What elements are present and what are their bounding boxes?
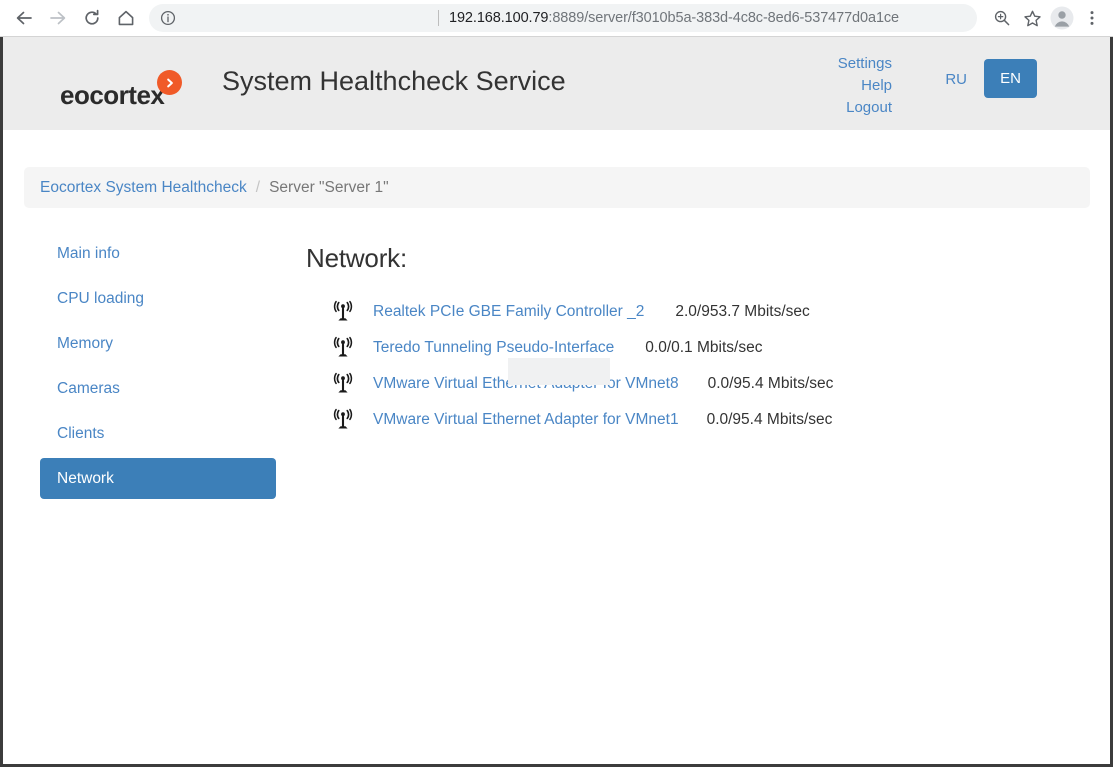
url-text: 192.168.100.79:8889/server/f3010b5a-383d… xyxy=(449,10,899,26)
sidebar-item-network[interactable]: Network xyxy=(40,458,276,499)
reload-icon xyxy=(85,9,99,25)
sidebar-item-main-info[interactable]: Main info xyxy=(40,233,276,274)
adapter-name-link[interactable]: VMware Virtual Ethernet Adapter for VMne… xyxy=(373,411,679,429)
home-button[interactable] xyxy=(111,3,141,33)
bookmark-button[interactable] xyxy=(1017,3,1047,33)
adapter-name-link[interactable]: Teredo Tunneling Pseudo-Interface xyxy=(373,339,614,357)
browser-menu-button[interactable] xyxy=(1077,3,1107,33)
section-title: Network: xyxy=(306,243,407,273)
adapter-name-link[interactable]: Realtek PCIe GBE Family Controller _2 xyxy=(373,303,644,321)
back-button[interactable] xyxy=(9,3,39,33)
zoom-in-icon xyxy=(994,10,1010,26)
network-antenna-icon xyxy=(328,407,358,433)
header-links: Settings Help Logout xyxy=(838,53,892,119)
adapter-speed: 0.0/0.1 Mbits/sec xyxy=(645,339,763,356)
sidebar-nav: Main info CPU loading Memory Cameras Cli… xyxy=(40,233,276,503)
network-adapter-list: Realtek PCIe GBE Family Controller _2 2.… xyxy=(306,294,1066,438)
eocortex-logo[interactable]: eocortex xyxy=(60,70,183,110)
url-path: :8889/server/f3010b5a-383d-4c8c-8ed6-537… xyxy=(548,10,900,26)
table-row: Realtek PCIe GBE Family Controller _2 2.… xyxy=(306,294,1066,330)
main-content: Network: Realtek PCIe GBE Family Control… xyxy=(306,243,1066,438)
zoom-in-button[interactable] xyxy=(987,3,1017,33)
adapter-speed: 0.0/95.4 Mbits/sec xyxy=(707,375,834,392)
page-viewport: eocortex System Healthcheck Service Sett… xyxy=(0,37,1113,767)
sidebar-item-clients[interactable]: Clients xyxy=(40,413,276,454)
page-info-icon[interactable] xyxy=(157,7,179,29)
adapter-name-link[interactable]: VMware Virtual Ethernet Adapter for VMne… xyxy=(373,375,679,393)
adapter-speed: 0.0/95.4 Mbits/sec xyxy=(706,411,833,428)
browser-right-icons xyxy=(987,3,1107,33)
back-arrow-icon xyxy=(16,11,32,25)
sidebar-item-cameras[interactable]: Cameras xyxy=(40,368,276,409)
network-antenna-icon xyxy=(328,299,358,325)
forward-arrow-icon xyxy=(50,11,66,25)
home-icon xyxy=(118,10,134,26)
browser-toolbar: 192.168.100.79:8889/server/f3010b5a-383d… xyxy=(0,0,1113,37)
network-antenna-icon xyxy=(328,335,358,361)
logo-wordmark: eocortex xyxy=(60,80,165,110)
profile-button[interactable] xyxy=(1047,3,1077,33)
three-dot-menu-icon xyxy=(1090,11,1094,25)
table-row: VMware Virtual Ethernet Adapter for VMne… xyxy=(306,402,1066,438)
help-link[interactable]: Help xyxy=(838,75,892,97)
breadcrumb-root-link[interactable]: Eocortex System Healthcheck xyxy=(40,179,247,197)
sidebar-item-memory[interactable]: Memory xyxy=(40,323,276,364)
adapter-speed: 2.0/953.7 Mbits/sec xyxy=(675,303,810,320)
table-row: VMware Virtual Ethernet Adapter for VMne… xyxy=(306,358,1066,402)
breadcrumb-current: Server "Server 1" xyxy=(269,178,389,196)
omnibox-divider xyxy=(438,10,439,26)
page-title: System Healthcheck Service xyxy=(222,66,566,96)
breadcrumb-separator: / xyxy=(255,178,261,196)
table-row: Teredo Tunneling Pseudo-Interface 0.0/0.… xyxy=(306,330,1066,366)
url-host: 192.168.100.79 xyxy=(449,10,549,26)
logout-link[interactable]: Logout xyxy=(838,97,892,119)
site-header: eocortex System Healthcheck Service Sett… xyxy=(3,37,1110,130)
language-en-button[interactable]: EN xyxy=(984,59,1037,98)
breadcrumb: Eocortex System Healthcheck / Server "Se… xyxy=(24,167,1090,208)
chevron-right-icon xyxy=(157,70,183,95)
sidebar-item-cpu-loading[interactable]: CPU loading xyxy=(40,278,276,319)
star-icon xyxy=(1023,10,1041,26)
address-bar[interactable]: 192.168.100.79:8889/server/f3010b5a-383d… xyxy=(149,4,977,32)
reload-button[interactable] xyxy=(77,3,107,33)
forward-button[interactable] xyxy=(43,3,73,33)
network-antenna-icon xyxy=(328,371,358,397)
profile-avatar-icon xyxy=(1050,6,1074,30)
settings-link[interactable]: Settings xyxy=(838,53,892,75)
language-ru-link[interactable]: RU xyxy=(945,71,967,88)
